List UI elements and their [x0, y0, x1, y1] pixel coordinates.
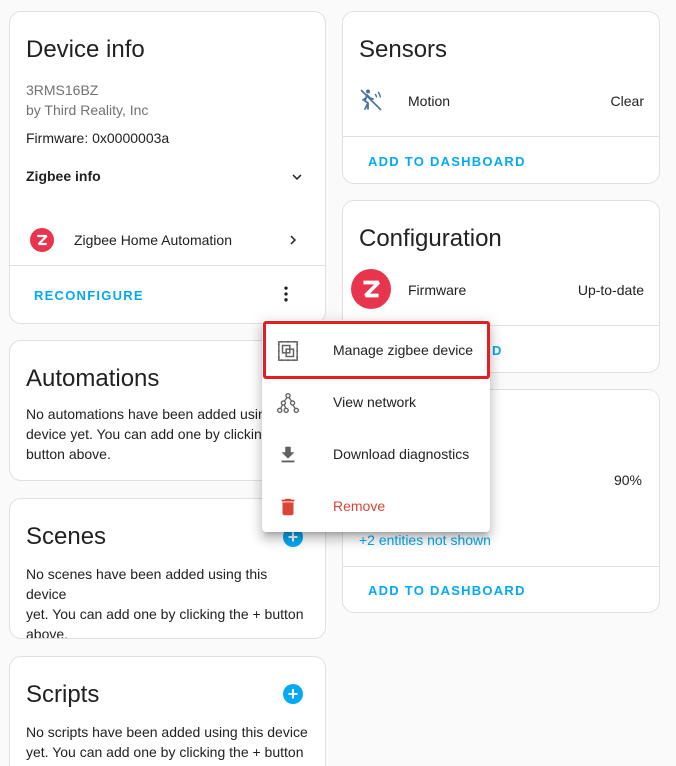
network-icon: [277, 392, 299, 414]
scenes-empty-text: No scenes have been added using this dev…: [26, 564, 309, 639]
download-icon: [281, 446, 295, 463]
configuration-title: Configuration: [359, 225, 502, 252]
card-divider: [343, 136, 659, 137]
delete-icon: [281, 498, 295, 516]
menu-item-remove[interactable]: Remove: [262, 480, 490, 532]
zigbee-logo-icon: [351, 269, 391, 309]
card-divider: [10, 265, 325, 266]
menu-item-download-diagnostics[interactable]: Download diagnostics: [262, 428, 490, 480]
integration-label: Zigbee Home Automation: [74, 232, 232, 248]
sensors-title: Sensors: [359, 36, 448, 63]
hidden-entities-link[interactable]: +2 entities not shown: [359, 532, 491, 548]
automations-title: Automations: [26, 365, 160, 392]
more-vertical-icon[interactable]: [276, 284, 296, 304]
scripts-card: Scripts + No scripts have been added usi…: [9, 656, 326, 766]
menu-item-label: Manage zigbee device: [333, 342, 474, 358]
scripts-title: Scripts: [26, 681, 100, 708]
scripts-empty-text: No scripts have been added using this de…: [26, 722, 309, 762]
menu-item-label: Download diagnostics: [333, 446, 470, 462]
menu-item-label: Remove: [333, 498, 386, 514]
config-row-firmware[interactable]: Firmware Up-to-date: [343, 267, 659, 311]
sensors-card: Sensors Motion Clear ADD TO DASHBOARD: [342, 11, 660, 184]
scenes-text-line: above.: [26, 626, 69, 639]
chevron-down-icon: [292, 174, 302, 180]
menu-item-view-network[interactable]: View network: [262, 376, 490, 428]
device-info-title: Device info: [26, 36, 145, 63]
sensors-add-to-dashboard-button[interactable]: ADD TO DASHBOARD: [368, 154, 526, 169]
menu-item-label: View network: [333, 394, 417, 410]
diagnostic-value: 90%: [613, 472, 642, 488]
motion-sensor-off-icon: [360, 89, 382, 111]
card-divider: [343, 566, 659, 567]
device-manufacturer: by Third Reality, Inc: [26, 102, 149, 118]
reconfigure-button[interactable]: RECONFIGURE: [34, 288, 144, 303]
scenes-text-line: No scenes have been added using this dev…: [26, 566, 268, 602]
device-actions-menu: Manage zigbee device View network Downlo…: [262, 320, 490, 532]
configuration-add-to-dashboard-button[interactable]: D: [492, 343, 503, 358]
config-name: Firmware: [408, 282, 467, 298]
scripts-text-line: No scripts have been added using this de…: [26, 724, 308, 740]
scenes-text-line: yet. You can add one by clicking the + b…: [26, 606, 304, 622]
diagnostic-add-to-dashboard-button[interactable]: ADD TO DASHBOARD: [368, 583, 526, 598]
manage-device-icon: [277, 340, 299, 362]
device-firmware: Firmware: 0x0000003a: [26, 130, 170, 146]
config-state: Up-to-date: [577, 282, 644, 298]
integration-row[interactable]: Zigbee Home Automation: [10, 224, 325, 256]
sensor-name: Motion: [408, 93, 451, 109]
sensor-state: Clear: [610, 93, 644, 109]
chevron-right-icon: [290, 235, 296, 245]
scenes-title: Scenes: [26, 523, 107, 550]
sensor-row-motion[interactable]: Motion Clear: [343, 86, 659, 116]
zigbee-logo-icon: [30, 228, 54, 252]
zigbee-info-expander[interactable]: Zigbee info: [10, 160, 325, 196]
scripts-text-line: yet. You can add one by clicking the + b…: [26, 744, 304, 760]
menu-item-manage-zigbee-device[interactable]: Manage zigbee device: [262, 324, 490, 376]
zigbee-info-label: Zigbee info: [26, 168, 101, 184]
device-info-card: Device info 3RMS16BZ by Third Reality, I…: [9, 11, 326, 324]
add-script-button[interactable]: +: [283, 684, 303, 704]
device-model: 3RMS16BZ: [26, 82, 99, 98]
